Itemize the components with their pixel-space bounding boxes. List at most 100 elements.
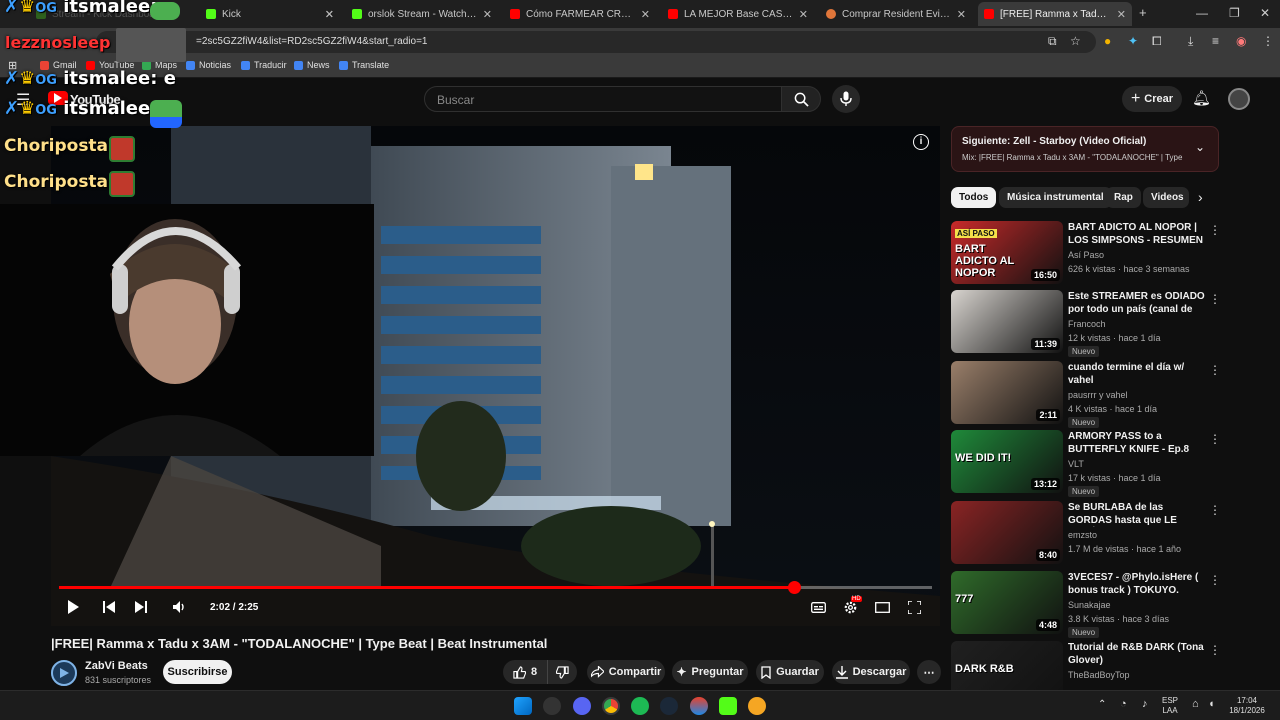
channel-name[interactable]: ZabVi Beats bbox=[85, 660, 148, 672]
chip-todos[interactable]: Todos bbox=[951, 187, 997, 208]
more-vertical-icon[interactable]: ⋮ bbox=[1209, 363, 1221, 377]
chip-videos[interactable]: Videos bbox=[1143, 187, 1189, 208]
close-tab-icon[interactable]: ✕ bbox=[483, 8, 492, 21]
network-icon[interactable]: ⌂ bbox=[1192, 699, 1199, 710]
notifications-bell-icon[interactable]: 🔔︎ bbox=[1192, 89, 1211, 107]
language-indicator[interactable]: ESP LAA bbox=[1162, 696, 1178, 716]
app-icon[interactable] bbox=[748, 697, 766, 715]
like-button[interactable]: 8 bbox=[503, 660, 547, 684]
recommendation-title[interactable]: Este STREAMER es ODIADO por todo un país… bbox=[1068, 290, 1206, 316]
previous-button[interactable] bbox=[101, 598, 117, 616]
chrome-icon[interactable] bbox=[602, 697, 620, 715]
more-vertical-icon[interactable]: ⋮ bbox=[1209, 432, 1221, 446]
recommendation-title[interactable]: cuando termine el día w/ vahel bbox=[1068, 361, 1206, 387]
recommendation-item[interactable]: 8:40 Se BURLABA de las GORDAS hasta que L… bbox=[951, 501, 1221, 565]
tab-kick[interactable]: Kick ✕ bbox=[200, 2, 340, 26]
channel-avatar[interactable] bbox=[51, 660, 77, 686]
chip-rap[interactable]: Rap bbox=[1106, 187, 1141, 208]
close-tab-icon[interactable]: ✕ bbox=[325, 8, 334, 21]
chevron-down-icon[interactable]: ⌄ bbox=[1195, 140, 1205, 154]
fullscreen-button[interactable] bbox=[905, 598, 923, 616]
chrome-menu-icon[interactable]: ⋮ bbox=[1262, 34, 1274, 48]
recommendation-item[interactable]: 2:11 cuando termine el día w/ vahel pausrr… bbox=[951, 361, 1221, 428]
clock[interactable]: 17:04 18/1/2026 bbox=[1228, 696, 1266, 716]
share-button[interactable]: Compartir bbox=[587, 660, 665, 684]
recommendation-title[interactable]: ARMORY PASS to a BUTTERFLY KNIFE - Ep.8 … bbox=[1068, 430, 1206, 456]
minimize-icon[interactable]: — bbox=[1196, 6, 1208, 20]
video-thumbnail[interactable]: 777 4:48 bbox=[951, 571, 1063, 634]
video-thumbnail[interactable]: 11:39 bbox=[951, 290, 1063, 353]
recommendation-channel[interactable]: VLT bbox=[1068, 459, 1084, 469]
progress-bar[interactable] bbox=[59, 581, 932, 594]
info-icon[interactable]: i bbox=[913, 134, 929, 150]
recommendation-channel[interactable]: Así Paso bbox=[1068, 250, 1104, 260]
more-actions-button[interactable]: ⋯ bbox=[917, 660, 941, 684]
extension-icon[interactable]: ✦ bbox=[1128, 34, 1138, 48]
recommendation-item[interactable]: WE DID IT! 13:12 ARMORY PASS to a BUTTERFL… bbox=[951, 430, 1221, 497]
windows-start-icon[interactable] bbox=[514, 697, 532, 715]
close-window-icon[interactable]: ✕ bbox=[1260, 6, 1270, 20]
more-vertical-icon[interactable]: ⋮ bbox=[1209, 223, 1221, 237]
tray-app-icon[interactable]: ◔ bbox=[1120, 699, 1127, 710]
tab-farmear-cromos[interactable]: Cómo FARMEAR CROMOS en ✕ bbox=[504, 2, 656, 26]
close-tab-icon[interactable]: ✕ bbox=[641, 8, 650, 21]
download-icon[interactable]: ⤓ bbox=[1188, 34, 1193, 49]
tray-chevron-up-icon[interactable]: ⌃ bbox=[1098, 700, 1106, 710]
settings-button[interactable]: HD bbox=[841, 596, 862, 616]
volume-tray-icon[interactable]: ◖ bbox=[1208, 699, 1215, 710]
create-button[interactable]: + Crear bbox=[1122, 86, 1182, 112]
video-thumbnail[interactable]: WE DID IT! 13:12 bbox=[951, 430, 1063, 493]
up-next-card[interactable]: Siguiente: Zell - Starboy (Video Oficial… bbox=[951, 126, 1219, 172]
volume-button[interactable] bbox=[171, 598, 189, 616]
ask-button[interactable]: ✦ Preguntar bbox=[672, 660, 748, 684]
play-button[interactable] bbox=[65, 598, 81, 616]
extension-icon[interactable]: ● bbox=[1104, 34, 1111, 48]
chip-musica-instrumental[interactable]: Música instrumental bbox=[999, 187, 1112, 208]
address-bar[interactable]: =2sc5GZ2fiW4&list=RD2sc5GZ2fiW4&start_ra… bbox=[96, 31, 1096, 53]
video-thumbnail[interactable]: 2:11 bbox=[951, 361, 1063, 424]
dislike-button[interactable] bbox=[547, 660, 577, 684]
chevron-right-icon[interactable]: › bbox=[1198, 189, 1203, 205]
more-vertical-icon[interactable]: ⋮ bbox=[1209, 503, 1221, 517]
recommendation-item[interactable]: 777 4:48 3VECES7 - @Phylo.isHere ( bonus t… bbox=[951, 571, 1221, 638]
recommendation-channel[interactable]: Sunakajae bbox=[1068, 600, 1111, 610]
close-tab-icon[interactable]: ✕ bbox=[799, 8, 808, 21]
install-app-icon[interactable]: ⧉ bbox=[1048, 34, 1057, 49]
voice-search-button[interactable] bbox=[832, 85, 860, 113]
restore-icon[interactable]: ❐ bbox=[1229, 6, 1240, 20]
steam-icon[interactable] bbox=[660, 697, 678, 715]
obs-icon[interactable] bbox=[543, 697, 561, 715]
reading-list-icon[interactable]: ≡ bbox=[1212, 34, 1219, 48]
more-vertical-icon[interactable]: ⋮ bbox=[1209, 573, 1221, 587]
opera-gx-icon[interactable] bbox=[690, 697, 708, 715]
discord-icon[interactable] bbox=[573, 697, 591, 715]
tab-resident-evil[interactable]: Comprar Resident Evil Requiem ✕ bbox=[820, 2, 972, 26]
recommendation-title[interactable]: Se BURLABA de las GORDAS hasta que LE TO… bbox=[1068, 501, 1206, 527]
recommendation-item[interactable]: 11:39 Este STREAMER es ODIADO por todo un… bbox=[951, 290, 1221, 357]
new-tab-button[interactable]: + bbox=[1139, 5, 1147, 20]
more-vertical-icon[interactable]: ⋮ bbox=[1209, 643, 1221, 657]
bookmark-translate[interactable]: Translate bbox=[339, 60, 389, 70]
tab-base-castillo[interactable]: LA MEJOR Base CASTILLO para ✕ bbox=[662, 2, 814, 26]
recommendation-channel[interactable]: Francoch bbox=[1068, 319, 1106, 329]
account-avatar[interactable] bbox=[1228, 88, 1250, 110]
search-button[interactable] bbox=[781, 86, 821, 112]
progress-scrubber-handle[interactable] bbox=[788, 581, 802, 594]
recommendation-title[interactable]: 3VECES7 - @Phylo.isHere ( bonus track ) … bbox=[1068, 571, 1206, 597]
profile-avatar-icon[interactable]: ◉ bbox=[1236, 34, 1246, 48]
video-thumbnail[interactable]: 8:40 bbox=[951, 501, 1063, 564]
tab-orslok-stream[interactable]: orslok Stream - Watch Live on ✕ bbox=[346, 2, 498, 26]
bookmark-news[interactable]: News bbox=[294, 60, 330, 70]
next-button[interactable] bbox=[133, 598, 149, 616]
recommendation-channel[interactable]: TheBadBoyTop bbox=[1068, 670, 1130, 680]
kick-app-icon[interactable] bbox=[719, 697, 737, 715]
bookmark-noticias[interactable]: Noticias bbox=[186, 60, 231, 70]
extensions-puzzle-icon[interactable]: ⧠ bbox=[1152, 34, 1162, 49]
recommendation-channel[interactable]: pausrrr y vahel bbox=[1068, 390, 1128, 400]
bookmark-star-icon[interactable]: ☆ bbox=[1070, 34, 1081, 48]
tab-active-ramma[interactable]: [FREE] Ramma x Tadu x 3AM - ✕ bbox=[978, 2, 1132, 26]
close-tab-icon[interactable]: ✕ bbox=[1117, 8, 1126, 21]
bookmark-traducir[interactable]: Traducir bbox=[241, 60, 287, 70]
recommendation-channel[interactable]: emzsto bbox=[1068, 530, 1097, 540]
more-vertical-icon[interactable]: ⋮ bbox=[1209, 292, 1221, 306]
